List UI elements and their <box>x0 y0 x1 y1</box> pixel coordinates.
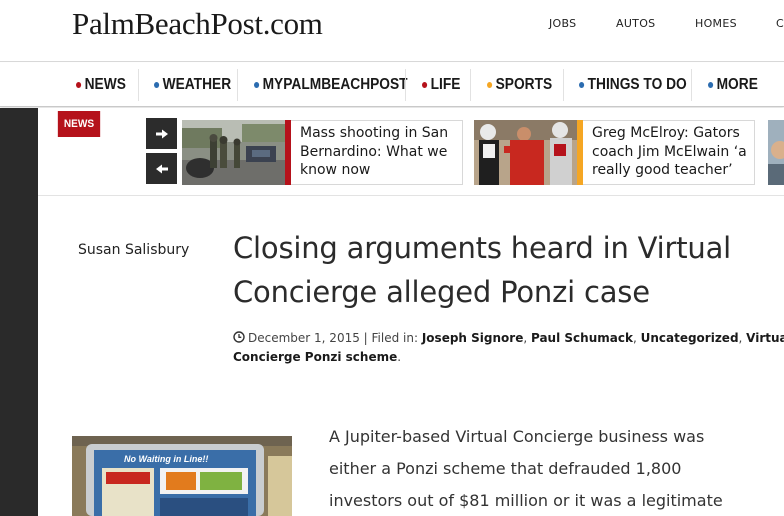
top-links: JOBS AUTOS HOMES C <box>0 17 784 33</box>
nav-item-weather[interactable]: WEATHER <box>154 63 231 107</box>
carousel-story[interactable]: Mass shooting in San Bernardino: What we… <box>182 120 463 185</box>
story-title: Mass shooting in San Bernardino: What we… <box>300 125 449 178</box>
arrow-left-icon <box>155 164 168 173</box>
article-date: December 1, 2015 <box>248 331 360 345</box>
article-author[interactable]: Susan Salisbury <box>78 242 189 258</box>
news-carousel: NEWS Mass shooting in San Bernardino: Wh… <box>38 108 784 196</box>
nav-item-more[interactable]: MORE <box>708 63 758 107</box>
nav-item-mypalmbeachpost[interactable]: MYPALMBEACHPOST <box>254 63 408 107</box>
nav-dot <box>708 82 714 88</box>
story-title-box: Greg McElroy: Gators coach Jim McElwain … <box>583 120 755 185</box>
nav-item-label: NEWS <box>84 76 126 93</box>
nav-dot <box>579 82 585 88</box>
nav-divider <box>405 69 406 101</box>
nav-item-news[interactable]: NEWS <box>76 63 126 107</box>
site-header: PalmBeachPost.com JOBS AUTOS HOMES C <box>0 0 784 62</box>
nav-divider <box>470 69 471 101</box>
carousel-next-button[interactable] <box>146 118 177 149</box>
left-rail <box>0 108 38 516</box>
story-thumbnail <box>474 120 577 185</box>
article-image: No Waiting in Line!! <box>72 436 292 516</box>
nav-divider <box>563 69 564 101</box>
nav-item-things-to-do[interactable]: THINGS TO DO <box>579 63 687 107</box>
nav-item-label: SPORTS <box>495 76 553 93</box>
nav-item-label: WEATHER <box>162 76 232 93</box>
story-thumbnail-partial[interactable] <box>768 120 784 185</box>
nav-divider <box>691 69 692 101</box>
article-body: A Jupiter-based Virtual Concierge busine… <box>329 421 769 516</box>
clock-icon <box>233 331 245 343</box>
nav-divider <box>237 69 238 101</box>
nav-item-sports[interactable]: SPORTS <box>487 63 552 107</box>
top-link-jobs[interactable]: JOBS <box>549 17 576 30</box>
body-line: investors out of $81 million or it was a… <box>329 491 723 510</box>
top-link-homes[interactable]: HOMES <box>695 17 737 30</box>
nav-dot <box>422 82 428 88</box>
carousel-prev-button[interactable] <box>146 153 177 184</box>
category-link[interactable]: Uncategorized <box>641 331 739 345</box>
category-link[interactable]: Paul Schumack <box>531 331 633 345</box>
article-meta: December 1, 2015 | Filed in: Joseph Sign… <box>233 329 784 367</box>
main-nav: NEWS WEATHER MYPALMBEACHPOST LIFE SPORTS… <box>0 63 784 107</box>
nav-item-label: LIFE <box>430 76 461 93</box>
story-title-box: Mass shooting in San Bernardino: What we… <box>291 120 463 185</box>
nav-dot <box>487 82 493 88</box>
nav-item-label: MORE <box>716 76 758 93</box>
story-thumbnail <box>182 120 285 185</box>
body-line: A Jupiter-based Virtual Concierge busine… <box>329 427 705 446</box>
news-tag: NEWS <box>57 111 101 137</box>
body-line: either a Ponzi scheme that defrauded 1,8… <box>329 459 682 478</box>
filed-in-label: Filed in: <box>371 331 419 345</box>
category-link[interactable]: Joseph Signore <box>422 331 524 345</box>
nav-item-label: THINGS TO DO <box>587 76 687 93</box>
nav-dot <box>254 82 260 88</box>
nav-divider <box>138 69 139 101</box>
arrow-right-icon <box>155 129 168 138</box>
story-title: Greg McElroy: Gators coach Jim McElwain … <box>592 125 747 178</box>
image-caption: No Waiting in Line!! <box>124 454 208 464</box>
top-link-autos[interactable]: AUTOS <box>616 17 655 30</box>
top-link-cut[interactable]: C <box>776 17 784 30</box>
nav-item-life[interactable]: LIFE <box>422 63 460 107</box>
article-headline: Closing arguments heard in Virtual Conci… <box>233 231 732 309</box>
nav-dot <box>154 82 160 88</box>
nav-dot <box>76 82 82 88</box>
nav-item-label: MYPALMBEACHPOST <box>262 76 408 93</box>
carousel-story[interactable]: Greg McElroy: Gators coach Jim McElwain … <box>474 120 755 185</box>
